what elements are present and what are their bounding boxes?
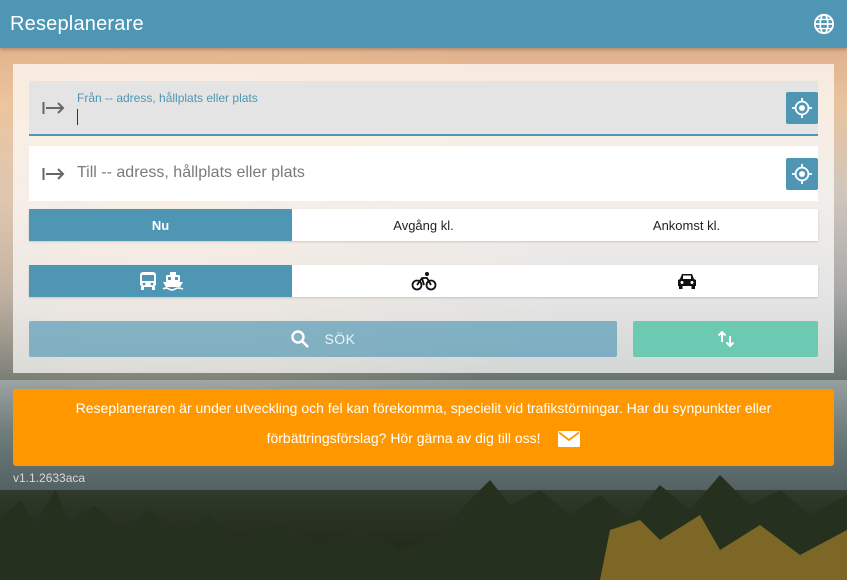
time-selector: Nu Avgång kl. Ankomst kl. (29, 209, 818, 241)
from-field-label: Från -- adress, hållplats eller plats (77, 91, 258, 105)
time-option-arrive[interactable]: Ankomst kl. (555, 209, 818, 241)
development-notice-banner: Reseplaneraren är under utveckling och f… (13, 389, 834, 466)
app-header: Reseplanerare (0, 0, 847, 48)
background-trees (0, 475, 847, 580)
mode-option-bike[interactable] (292, 265, 555, 297)
search-icon (291, 330, 310, 348)
swap-vertical-icon (717, 330, 734, 348)
globe-icon[interactable] (813, 13, 835, 35)
mode-option-car[interactable] (555, 265, 818, 297)
search-button-label: SÖK (324, 331, 356, 347)
to-locate-button[interactable] (786, 157, 818, 190)
from-input[interactable] (77, 106, 677, 128)
to-field[interactable] (29, 146, 818, 201)
car-icon (677, 274, 696, 289)
travel-mode-selector (29, 265, 818, 297)
banner-text-line2-content: förbättringsförslag? Hör gärna av dig ti… (266, 430, 541, 446)
trip-planner-panel: Från -- adress, hållplats eller plats Ti… (13, 64, 834, 373)
search-button[interactable]: SÖK (29, 321, 617, 357)
to-input[interactable] (77, 161, 717, 185)
version-label: v1.1.2633aca (13, 471, 86, 485)
my-location-icon (791, 97, 813, 118)
ferry-icon (162, 272, 183, 291)
my-location-icon (791, 163, 813, 184)
bus-icon (139, 272, 156, 290)
arrow-right-bar-icon (42, 167, 65, 180)
app-title: Reseplanerare (10, 12, 144, 35)
arrow-right-bar-icon (42, 101, 65, 114)
mode-option-transit[interactable] (29, 265, 292, 297)
banner-text-line1: Reseplaneraren är under utveckling och f… (75, 400, 772, 416)
swap-button[interactable] (633, 321, 818, 357)
bicycle-icon (411, 272, 436, 291)
text-cursor (77, 109, 78, 125)
banner-text-line2: förbättringsförslag? Hör gärna av dig ti… (13, 423, 834, 453)
from-locate-button[interactable] (786, 91, 818, 124)
mail-icon[interactable] (558, 431, 581, 448)
time-option-now[interactable]: Nu (29, 209, 292, 241)
from-field[interactable]: Från -- adress, hållplats eller plats (29, 81, 818, 136)
time-option-depart[interactable]: Avgång kl. (292, 209, 555, 241)
